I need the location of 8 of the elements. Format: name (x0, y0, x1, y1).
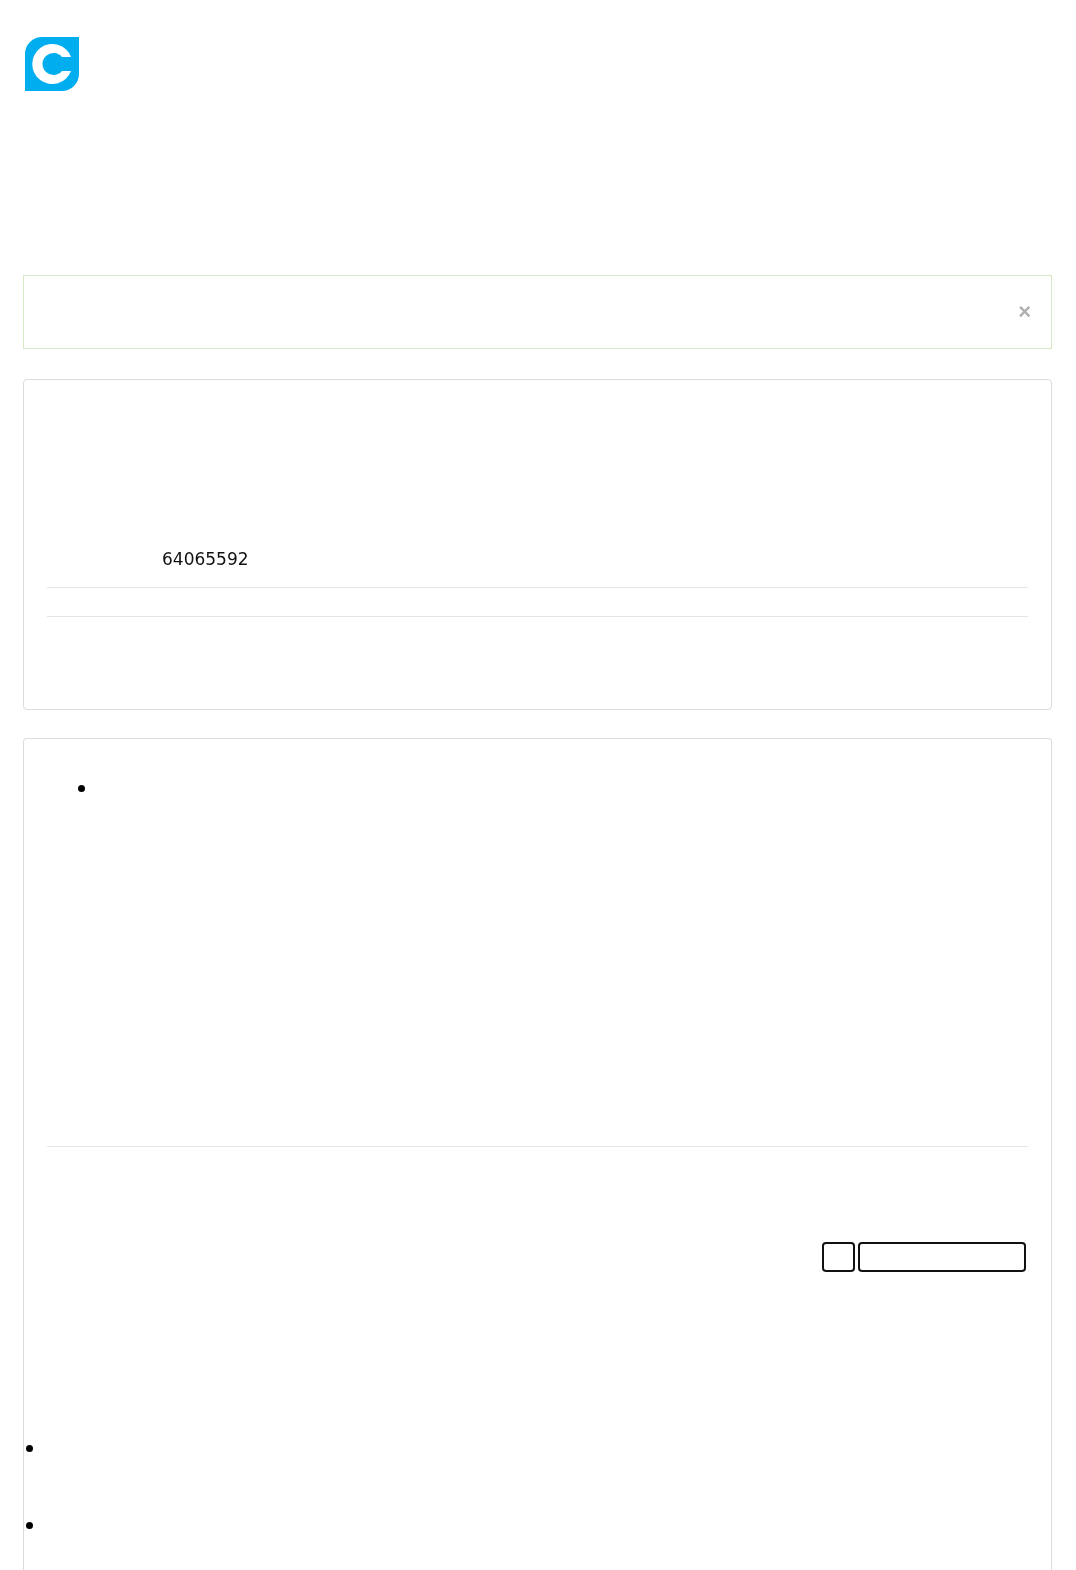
bullet-dot (26, 1445, 33, 1452)
number-text: 64065592 (162, 548, 249, 571)
logo-icon (25, 37, 79, 91)
empty-button[interactable] (822, 1242, 855, 1272)
bullet-dot (26, 1522, 33, 1529)
empty-button[interactable] (858, 1242, 1026, 1272)
close-button[interactable]: × (1018, 301, 1031, 323)
bullet-dot (78, 785, 85, 792)
